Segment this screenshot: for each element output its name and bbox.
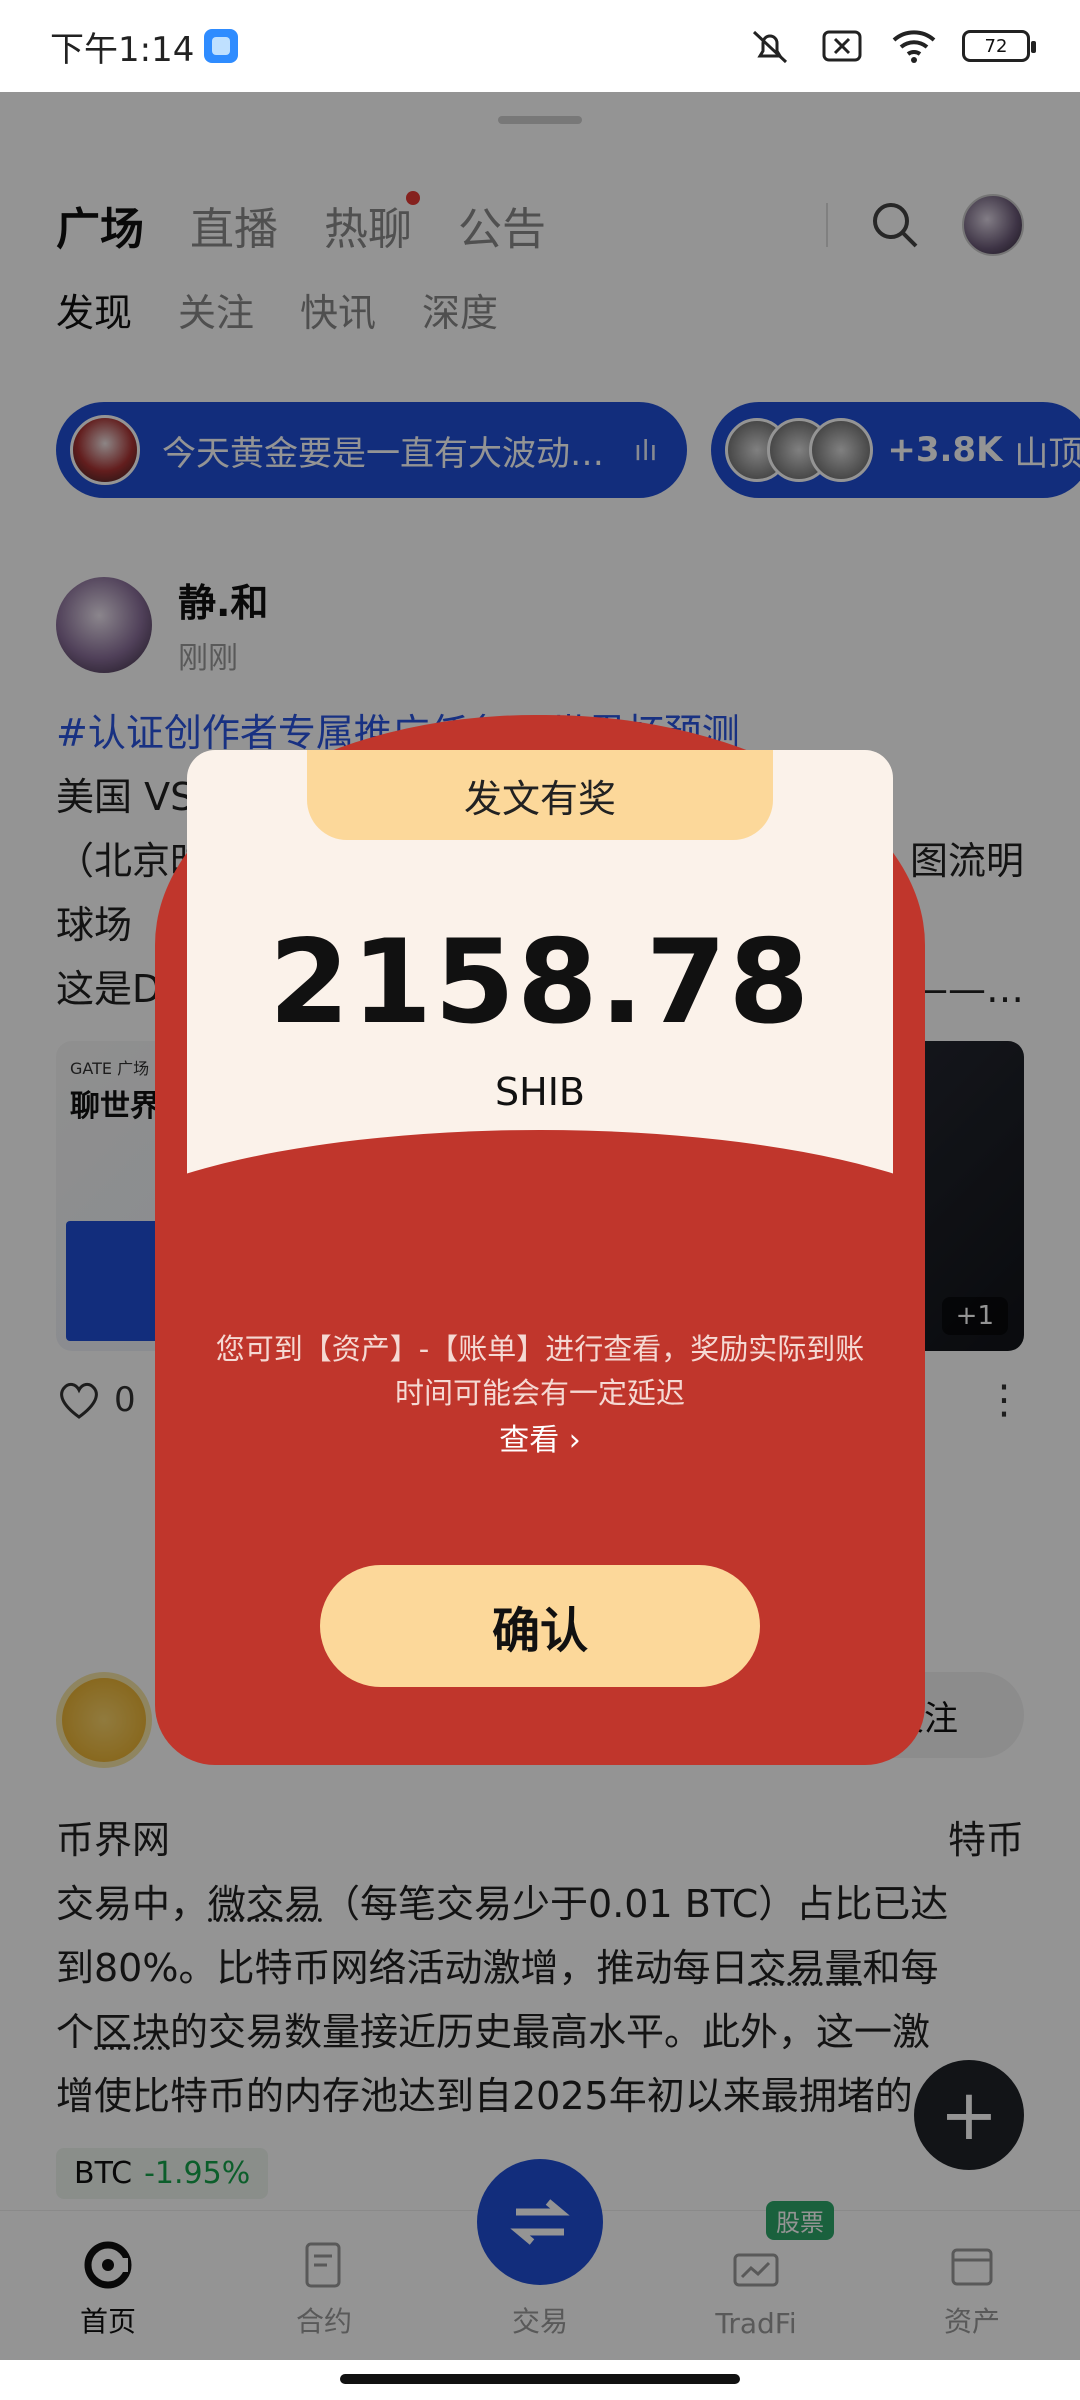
wifi-icon xyxy=(892,30,936,63)
home-indicator-bar xyxy=(0,2360,1080,2400)
no-sim-icon xyxy=(822,30,862,62)
reward-unit: SHIB xyxy=(495,1070,585,1114)
mute-icon xyxy=(752,30,788,64)
status-bar: 下午1:14 72 xyxy=(0,0,1080,92)
view-link[interactable]: 查看 › xyxy=(155,1415,925,1459)
reward-note: 您可到【资产】-【账单】进行查看，奖励实际到账时间可能会有一定延迟 xyxy=(215,1332,865,1410)
reward-modal: 发文有奖 2158.78 SHIB 您可到【资产】-【账单】进行查看，奖励实际到… xyxy=(155,715,925,1765)
battery-icon: 72 xyxy=(962,30,1036,62)
confirm-button[interactable]: 确认 xyxy=(320,1565,760,1687)
app-notification-icon xyxy=(204,29,239,63)
reward-ribbon: 发文有奖 xyxy=(307,750,773,840)
status-time: 下午1:14 xyxy=(50,29,195,70)
reward-amount: 2158.78 xyxy=(268,915,812,1050)
